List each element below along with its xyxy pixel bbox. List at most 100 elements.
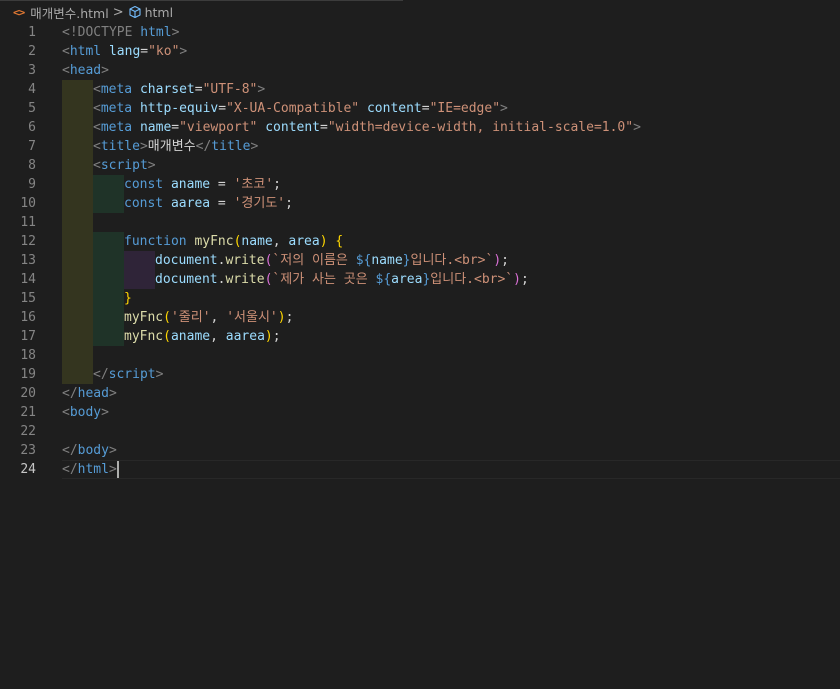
code-line[interactable]: 1 <!DOCTYPE html> (0, 23, 840, 42)
line-number: 13 (20, 253, 36, 268)
code-text: const aarea = '경기도'; (124, 194, 293, 213)
indent-guide (62, 175, 93, 194)
code-line[interactable]: 22 (0, 422, 840, 441)
code-token: name (139, 120, 172, 135)
code-text: <title>매개변수</title> (93, 137, 258, 156)
indent-guide (62, 327, 93, 346)
code-line[interactable]: 19 </script> (0, 365, 840, 384)
code-token: html (77, 462, 109, 477)
code-line[interactable]: 2 <html lang="ko"> (0, 42, 840, 61)
code-token: > (257, 82, 266, 97)
line-number: 3 (28, 63, 36, 78)
code-line[interactable]: 24 </html> (0, 460, 840, 479)
code-token: > (101, 63, 109, 78)
code-token: charset (139, 82, 195, 97)
code-line[interactable]: 6 <meta name="viewport" content="width=de… (0, 118, 840, 137)
code-token: } (402, 253, 411, 268)
line-number: 11 (20, 215, 36, 230)
code-token: '경기도' (233, 196, 286, 211)
code-text: <meta name="viewport" content="width=dev… (93, 118, 641, 137)
code-token: > (155, 367, 164, 382)
code-token: , (210, 329, 226, 344)
line-number: 23 (20, 443, 36, 458)
code-text: <body> (62, 403, 109, 422)
indent-guide (62, 346, 93, 365)
line-number: 20 (20, 386, 36, 401)
code-token: http-equiv (139, 101, 219, 116)
code-line[interactable]: 20 </head> (0, 384, 840, 403)
code-token: ; (285, 310, 294, 325)
code-token: aarea (170, 196, 211, 211)
code-token: ) (319, 234, 328, 249)
code-token: html (69, 44, 102, 59)
indent-guide (62, 213, 93, 232)
indent-guide (62, 308, 93, 327)
code-line[interactable]: 21 <body> (0, 403, 840, 422)
code-token: </ (62, 443, 78, 458)
code-token: = (421, 101, 430, 116)
code-token: = (171, 120, 180, 135)
code-text: </html> (62, 460, 119, 479)
code-token: ( (163, 310, 171, 325)
code-line[interactable]: 13 document.write(`저의 이름은 ${name}입니다.<br>… (0, 251, 840, 270)
code-token: ) (493, 253, 502, 268)
code-token: head (77, 386, 109, 401)
code-token: `저의 이름은 (272, 253, 356, 268)
code-token: ) (277, 310, 286, 325)
code-token: aarea (225, 329, 265, 344)
code-line[interactable]: 12 function myFnc(name, area) { (0, 232, 840, 251)
line-number: 10 (20, 196, 36, 211)
code-token: "ko" (148, 44, 180, 59)
code-token: ; (501, 253, 509, 268)
code-text: myFnc(aname, aarea); (124, 327, 281, 346)
code-token: = (194, 82, 203, 97)
code-line[interactable]: 5 <meta http-equiv="X-UA-Compatible" cont… (0, 99, 840, 118)
code-line[interactable]: 16 myFnc('줄리', '서울시'); (0, 308, 840, 327)
line-number: 7 (28, 139, 36, 154)
code-token: < (93, 158, 101, 173)
line-number: 14 (20, 272, 36, 287)
code-token: area (391, 272, 423, 287)
code-text: </body> (62, 441, 117, 460)
line-number: 1 (28, 25, 36, 40)
code-line[interactable]: 9 const aname = '초코'; (0, 175, 840, 194)
code-line[interactable]: 4 <meta charset="UTF-8"> (0, 80, 840, 99)
code-line[interactable]: 15} (0, 289, 840, 308)
indent-guide (124, 270, 155, 289)
code-line[interactable]: 10 const aarea = '경기도'; (0, 194, 840, 213)
code-token: < (93, 139, 101, 154)
code-token: myFnc (194, 234, 234, 249)
code-line[interactable]: 7 <title>매개변수</title> (0, 137, 840, 156)
code-token: = (210, 196, 234, 211)
code-text: <!DOCTYPE html> (62, 23, 179, 42)
code-token: myFnc (124, 310, 164, 325)
code-token: name (241, 234, 273, 249)
line-number: 17 (20, 329, 36, 344)
code-line[interactable]: 3 <head> (0, 61, 840, 80)
code-line[interactable]: 8 <script> (0, 156, 840, 175)
code-line[interactable]: 11 (0, 213, 840, 232)
code-line[interactable]: 23 </body> (0, 441, 840, 460)
line-number: 16 (20, 310, 36, 325)
code-line[interactable]: 18 (0, 346, 840, 365)
code-token: > (147, 158, 156, 173)
line-number: 22 (20, 424, 36, 439)
code-token: = (140, 44, 149, 59)
code-token: script (108, 367, 156, 382)
code-token: > (633, 120, 641, 135)
code-text: <head> (62, 61, 109, 80)
breadcrumb-element[interactable]: html (145, 5, 173, 20)
indent-guide (62, 137, 93, 156)
code-line[interactable]: 14 document.write(`제가 사는 곳은 ${area}입니다.<b… (0, 270, 840, 289)
code-token: meta (100, 120, 133, 135)
code-token: < (62, 44, 70, 59)
breadcrumb-file[interactable]: 매개변수.html (30, 3, 108, 22)
code-editor[interactable]: 1 <!DOCTYPE html> 2 <html lang="ko"> 3 <head>… (0, 23, 840, 689)
code-token: > (101, 405, 109, 420)
code-token: document (155, 253, 218, 268)
code-line[interactable]: 17 myFnc(aname, aarea); (0, 327, 840, 346)
